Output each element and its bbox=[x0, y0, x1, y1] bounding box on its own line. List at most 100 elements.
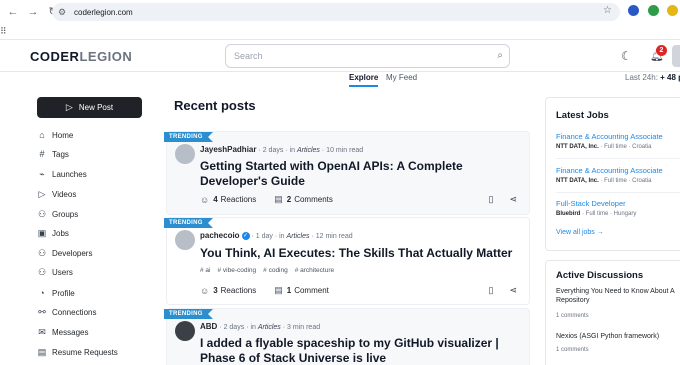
trending-badge: TRENDING bbox=[164, 309, 213, 319]
tag-chip[interactable]: # ai bbox=[200, 267, 210, 274]
tag-chip[interactable]: # vibe-coding bbox=[217, 267, 256, 274]
notification-badge: 2 bbox=[656, 45, 667, 56]
sidebar-item-label: Groups bbox=[52, 209, 79, 219]
sidebar-item-launches[interactable]: ⌁ Launches bbox=[37, 167, 157, 181]
logo-text-primary: CODER bbox=[30, 49, 80, 64]
discussion-title[interactable]: Everything You Need to Know About A Repo… bbox=[556, 287, 680, 305]
job-meta: Bluebird · Full time · Hungary bbox=[556, 211, 636, 217]
bookmarks-bar: ⠿ bbox=[0, 24, 680, 40]
job-company: Bluebird bbox=[556, 211, 581, 217]
post-category[interactable]: Articles bbox=[297, 147, 320, 154]
search-input[interactable] bbox=[226, 45, 486, 67]
view-all-jobs-link[interactable]: View all jobs → bbox=[556, 229, 604, 236]
sidebar-item-users[interactable]: ⚇ Users bbox=[37, 265, 157, 279]
tag-chip[interactable]: # coding bbox=[263, 267, 288, 274]
author-name[interactable]: pachecoio bbox=[200, 231, 240, 240]
sidebar-item-label: Users bbox=[52, 267, 73, 277]
reactions-label[interactable]: Reactions bbox=[221, 195, 257, 204]
read-time: 10 min read bbox=[326, 147, 364, 154]
post-title[interactable]: Getting Started with OpenAI APIs: A Comp… bbox=[200, 159, 525, 189]
post-category[interactable]: Articles bbox=[258, 324, 281, 331]
latest-jobs-title: Latest Jobs bbox=[556, 110, 609, 121]
search-box: ⌕ bbox=[225, 44, 510, 68]
sidebar-item-label: Profile bbox=[52, 288, 75, 298]
share-icon[interactable]: ⋖ bbox=[509, 285, 517, 295]
stats-value: + 48 po bbox=[660, 73, 680, 82]
post-card[interactable]: TRENDING pachecoio ✓ · 1 day · in Articl… bbox=[164, 217, 530, 305]
post-card[interactable]: TRENDING JayeshPadhiar · 2 days · in Art… bbox=[164, 131, 530, 215]
divider bbox=[556, 192, 680, 193]
play-icon: ▷ bbox=[38, 188, 46, 199]
comments-count: 1 bbox=[286, 286, 292, 295]
extension-icon[interactable] bbox=[667, 5, 678, 16]
page-title: Recent posts bbox=[174, 98, 256, 113]
sidebar-item-jobs[interactable]: ▣ Jobs bbox=[37, 226, 157, 240]
verified-icon: ✓ bbox=[241, 232, 250, 241]
back-arrow-icon[interactable]: ← bbox=[6, 5, 20, 19]
author-avatar[interactable] bbox=[175, 144, 195, 164]
users-icon: ⚇ bbox=[37, 266, 47, 277]
sidebar-item-messages[interactable]: ✉ Messages bbox=[37, 325, 157, 339]
author-avatar[interactable] bbox=[175, 321, 195, 341]
reactions-label[interactable]: Reactions bbox=[221, 286, 257, 295]
author-avatar[interactable] bbox=[175, 230, 195, 250]
activity-stats: Last 24h: + 48 po bbox=[625, 73, 680, 82]
comment-icon: ▤ bbox=[274, 194, 283, 204]
url-text[interactable]: coderlegion.com bbox=[74, 8, 133, 17]
tab-explore[interactable]: Explore bbox=[349, 73, 379, 87]
share-icon[interactable]: ⋖ bbox=[509, 194, 517, 204]
job-title[interactable]: Finance & Accounting Associate bbox=[556, 132, 663, 141]
post-tags: # ai # vibe-coding # coding # architecture bbox=[200, 267, 341, 274]
address-bar[interactable]: ⚙ coderlegion.com ☆ bbox=[52, 3, 620, 21]
discussion-title[interactable]: Nexios (ASGI Python framework) bbox=[556, 332, 680, 341]
bookmark-icon[interactable]: ▯ bbox=[489, 194, 494, 204]
job-title[interactable]: Finance & Accounting Associate bbox=[556, 166, 663, 175]
hash-icon: # bbox=[39, 149, 45, 159]
post-time: 2 days bbox=[262, 147, 284, 154]
job-details: · Full time · Croatia bbox=[598, 144, 652, 150]
sidebar-item-resume-requests[interactable]: ▤ Resume Requests bbox=[37, 345, 157, 359]
moon-icon[interactable]: ☾ bbox=[621, 49, 635, 63]
extension-icon[interactable] bbox=[628, 5, 639, 16]
job-title[interactable]: Full-Stack Developer bbox=[556, 199, 626, 208]
document-icon: ▤ bbox=[37, 346, 47, 357]
smile-icon: ☺ bbox=[200, 285, 210, 296]
post-category[interactable]: Articles bbox=[287, 233, 310, 240]
sidebar-item-tags[interactable]: # Tags bbox=[37, 147, 157, 161]
sidebar-item-label: Messages bbox=[52, 327, 89, 337]
sidebar-item-profile[interactable]: ◔ Profile bbox=[37, 286, 157, 300]
bookmark-star-icon[interactable]: ☆ bbox=[603, 5, 612, 16]
user-avatar[interactable] bbox=[672, 45, 680, 67]
sidebar-item-connections[interactable]: ⚯ Connections bbox=[37, 305, 157, 319]
site-info-icon[interactable]: ⚙ bbox=[58, 7, 68, 17]
tab-my-feed[interactable]: My Feed bbox=[386, 73, 417, 82]
bookmark-icon[interactable]: ▯ bbox=[489, 285, 494, 295]
post-title[interactable]: You Think, AI Executes: The Skills That … bbox=[200, 246, 525, 261]
trending-badge: TRENDING bbox=[164, 132, 213, 142]
active-discussions-title: Active Discussions bbox=[556, 270, 644, 281]
author-name[interactable]: ABD bbox=[200, 322, 217, 331]
apps-grid-icon[interactable]: ⠿ bbox=[0, 26, 7, 37]
browser-toolbar: ← → ↻ ⚙ coderlegion.com ☆ bbox=[0, 0, 680, 24]
extension-icon[interactable] bbox=[648, 5, 659, 16]
author-name[interactable]: JayeshPadhiar bbox=[200, 145, 256, 154]
tag-chip[interactable]: # architecture bbox=[295, 267, 334, 274]
sidebar-item-videos[interactable]: ▷ Videos bbox=[37, 187, 157, 201]
post-card[interactable]: TRENDING ABD · 2 days · in Articles · 3 … bbox=[164, 308, 530, 365]
post-actions: ▯ ⋖ bbox=[473, 285, 518, 296]
comments-label[interactable]: Comments bbox=[294, 195, 333, 204]
feed-tabs: Explore My Feed Last 24h: + 48 po bbox=[0, 72, 680, 88]
sidebar-item-groups[interactable]: ⚇ Groups bbox=[37, 207, 157, 221]
comments-label[interactable]: Comment bbox=[294, 286, 329, 295]
latest-jobs-card: Latest Jobs Finance & Accounting Associa… bbox=[545, 97, 680, 251]
site-logo[interactable]: CODERLEGION bbox=[30, 49, 132, 64]
post-actions: ▯ ⋖ bbox=[473, 194, 518, 205]
post-title[interactable]: I added a flyable spaceship to my GitHub… bbox=[200, 336, 525, 365]
job-details: · Full time · Hungary bbox=[580, 211, 637, 217]
sidebar-item-home[interactable]: ⌂ Home bbox=[37, 128, 157, 142]
job-company: NTT DATA, Inc. bbox=[556, 144, 599, 150]
forward-arrow-icon[interactable]: → bbox=[26, 5, 40, 19]
search-icon[interactable]: ⌕ bbox=[497, 50, 503, 61]
new-post-button[interactable]: ▷ New Post bbox=[37, 97, 142, 118]
sidebar-item-developers[interactable]: ⚇ Developers bbox=[37, 246, 157, 260]
